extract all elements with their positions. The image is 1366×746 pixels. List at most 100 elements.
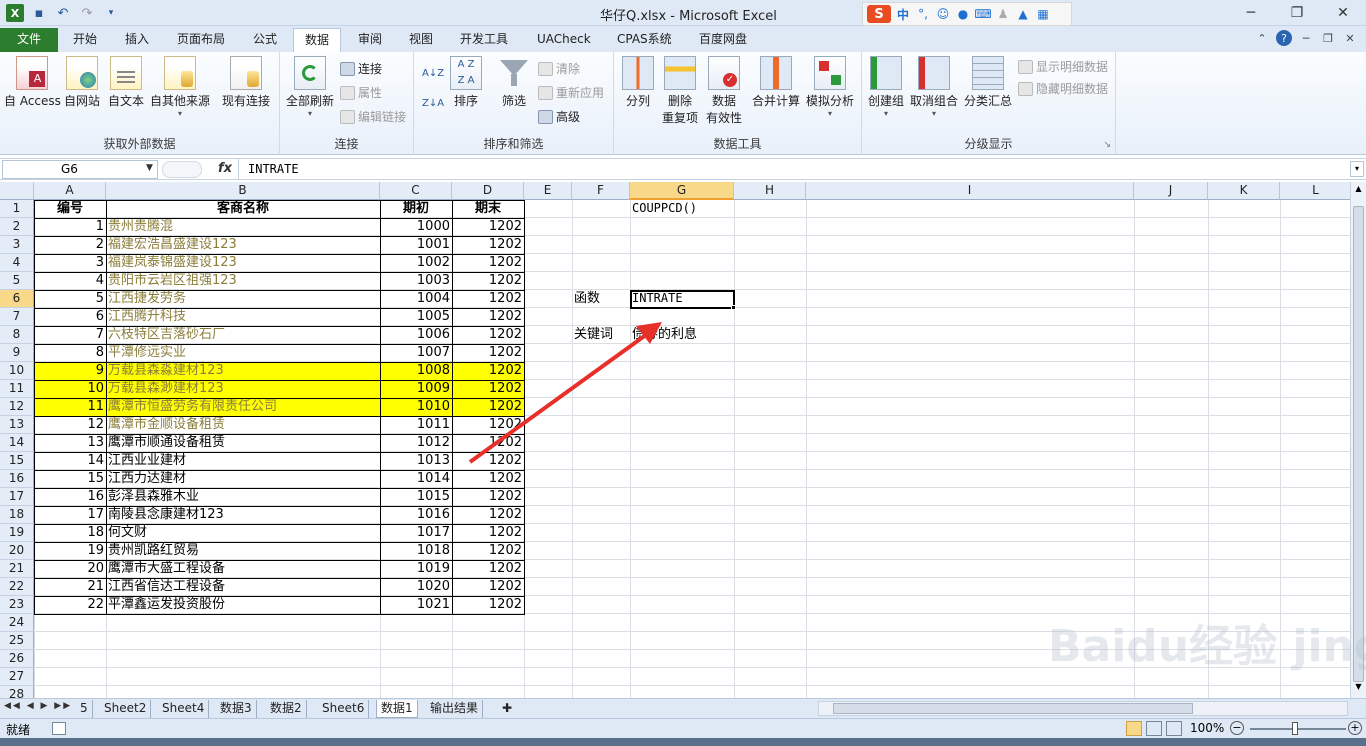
table-cell-begin[interactable]: 1009 [380,380,452,398]
table-cell-begin[interactable]: 1011 [380,416,452,434]
worksheet-grid[interactable]: A B C D E F G H I J K L 1 2 3 4 5 6 7 8 9 10 11 12 13 14 15 16 17 18 1… [0,182,1350,698]
table-cell-name[interactable]: 福建岚泰锦盛建设123 [106,254,380,272]
row-header[interactable]: 27 [0,668,34,686]
close-icon[interactable]: ✕ [1320,0,1366,26]
table-cell-name[interactable]: 万载县森渺建材123 [106,380,380,398]
tab-cpas[interactable]: CPAS系统 [606,28,683,52]
table-cell-end[interactable]: 1202 [452,236,524,254]
from-access-button[interactable]: A 自 Access [4,56,61,109]
table-cell-end[interactable]: 1202 [452,380,524,398]
table-cell-no[interactable]: 9 [34,362,106,380]
cell-g6-active[interactable]: INTRATE [630,290,734,308]
min-doc-icon[interactable]: ─ [1298,30,1314,46]
table-cell-no[interactable]: 16 [34,488,106,506]
row-header[interactable]: 23 [0,596,34,614]
col-header-b[interactable]: B [106,182,380,200]
table-cell-begin[interactable]: 1001 [380,236,452,254]
tab-formulas[interactable]: 公式 [242,28,288,52]
table-cell-no[interactable]: 4 [34,272,106,290]
sheet-tab-sheet6[interactable]: Sheet6 [318,700,370,718]
row-header[interactable]: 21 [0,560,34,578]
excel-logo-icon[interactable]: X [6,4,24,22]
scroll-up-icon[interactable]: ▲ [1353,184,1364,198]
filter-button[interactable]: 筛选 [498,56,530,109]
advanced-button[interactable]: 高级 [538,108,580,125]
table-cell-begin[interactable]: 1015 [380,488,452,506]
header-cell-no[interactable]: 编号 [34,200,106,218]
consolidate-button[interactable]: 合并计算 [752,56,800,109]
table-cell-begin[interactable]: 1007 [380,344,452,362]
skin-icon[interactable]: ▲ [1015,6,1031,22]
col-header-h[interactable]: H [734,182,806,200]
table-cell-no[interactable]: 6 [34,308,106,326]
formula-expand-handle[interactable] [162,161,202,178]
table-cell-name[interactable]: 江西业业建材 [106,452,380,470]
row-header[interactable]: 16 [0,470,34,488]
table-cell-no[interactable]: 1 [34,218,106,236]
col-header-c[interactable]: C [380,182,452,200]
table-cell-end[interactable]: 1202 [452,362,524,380]
table-cell-begin[interactable]: 1004 [380,290,452,308]
row-header[interactable]: 8 [0,326,34,344]
table-cell-no[interactable]: 18 [34,524,106,542]
table-cell-name[interactable]: 平潭修远实业 [106,344,380,362]
sheet-tab-output[interactable]: 输出结果 [426,700,484,718]
row-header[interactable]: 13 [0,416,34,434]
table-cell-name[interactable]: 平潭鑫运发投资股份 [106,596,380,614]
table-cell-begin[interactable]: 1002 [380,254,452,272]
refresh-all-button[interactable]: 全部刷新 ▾ [286,56,334,118]
collapse-ribbon-icon[interactable]: ⌃ [1254,30,1270,46]
restore-icon[interactable]: ❐ [1274,0,1320,26]
data-validation-button[interactable]: ✓ 数据 有效性 [706,56,742,126]
sheet-tab-data3[interactable]: 数据3 [216,700,257,718]
table-cell-begin[interactable]: 1021 [380,596,452,614]
show-detail-button[interactable]: 显示明细数据 [1018,58,1108,75]
table-cell-end[interactable]: 1202 [452,416,524,434]
tab-data[interactable]: 数据 [293,28,342,52]
tab-file[interactable]: 文件 [0,28,58,52]
table-cell-name[interactable]: 江西力达建材 [106,470,380,488]
page-layout-view-icon[interactable] [1146,721,1162,736]
table-cell-name[interactable]: 鹰潭市大盛工程设备 [106,560,380,578]
cell-f6-label[interactable]: 函数 [572,290,630,308]
table-cell-end[interactable]: 1202 [452,560,524,578]
table-cell-end[interactable]: 1202 [452,578,524,596]
col-header-l[interactable]: L [1280,182,1350,200]
table-cell-end[interactable]: 1202 [452,506,524,524]
from-text-button[interactable]: 自文本 [108,56,144,109]
table-cell-no[interactable]: 14 [34,452,106,470]
from-web-button[interactable]: 自网站 [64,56,100,109]
macro-record-icon[interactable] [52,722,66,735]
table-cell-name[interactable]: 何文财 [106,524,380,542]
tab-view[interactable]: 视图 [398,28,444,52]
table-cell-no[interactable]: 2 [34,236,106,254]
table-cell-no[interactable]: 11 [34,398,106,416]
table-cell-name[interactable]: 江西捷发劳务 [106,290,380,308]
tab-insert[interactable]: 插入 [114,28,160,52]
table-cell-no[interactable]: 10 [34,380,106,398]
table-cell-no[interactable]: 19 [34,542,106,560]
table-cell-end[interactable]: 1202 [452,452,524,470]
table-cell-begin[interactable]: 1012 [380,434,452,452]
col-header-j[interactable]: J [1134,182,1208,200]
tab-home[interactable]: 开始 [62,28,108,52]
edit-links-button[interactable]: 编辑链接 [340,108,406,125]
table-cell-begin[interactable]: 1006 [380,326,452,344]
table-cell-begin[interactable]: 1018 [380,542,452,560]
save-icon[interactable]: ▪ [30,4,48,22]
restore-doc-icon[interactable]: ❐ [1320,30,1336,46]
table-cell-no[interactable]: 7 [34,326,106,344]
cell-f8-label[interactable]: 关键词 [572,326,630,344]
emoji-icon[interactable]: ☺ [935,6,951,22]
row-header[interactable]: 15 [0,452,34,470]
table-cell-end[interactable]: 1202 [452,326,524,344]
table-cell-name[interactable]: 江西省信达工程设备 [106,578,380,596]
table-cell-no[interactable]: 17 [34,506,106,524]
table-cell-begin[interactable]: 1014 [380,470,452,488]
row-header[interactable]: 1 [0,200,34,218]
sheet-tab-5[interactable]: 5 [76,700,93,718]
insert-function-icon[interactable]: fx [218,161,232,176]
table-cell-no[interactable]: 3 [34,254,106,272]
row-header[interactable]: 14 [0,434,34,452]
table-cell-begin[interactable]: 1016 [380,506,452,524]
